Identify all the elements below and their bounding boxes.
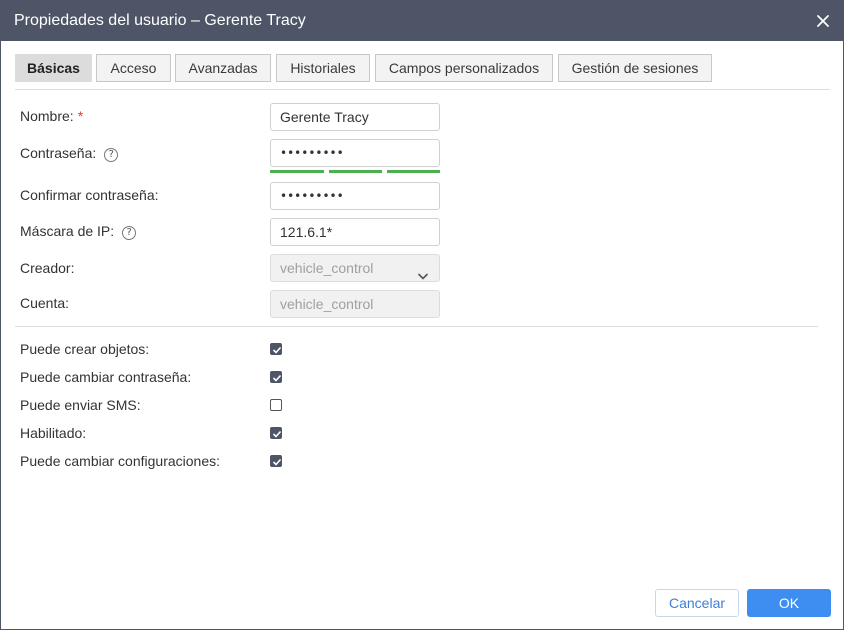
dialog-titlebar: Propiedades del usuario – Gerente Tracy	[1, 1, 843, 41]
help-circle-icon[interactable]: ?	[122, 226, 137, 240]
confirm-password-input[interactable]: •••••••••	[270, 182, 440, 210]
dialog-title: Propiedades del usuario – Gerente Tracy	[14, 12, 306, 29]
perm-change-settings-label: Puede cambiar configuraciones:	[20, 453, 221, 469]
perm-create-objects-label: Puede crear objetos:	[20, 341, 150, 357]
user-properties-dialog: Propiedades del usuario – Gerente Tracy …	[0, 0, 844, 630]
account-input: vehicle_control	[270, 290, 440, 318]
confirm-password-label: Confirmar contraseña:	[20, 187, 159, 203]
password-input[interactable]: •••••••••	[270, 139, 440, 167]
perm-create-objects-checkbox[interactable]	[270, 343, 282, 355]
tab-gestion-sesiones[interactable]: Gestión de sesiones	[558, 54, 712, 82]
perm-change-settings-checkbox[interactable]	[270, 455, 282, 467]
ok-button[interactable]: OK	[747, 589, 831, 617]
perm-enabled-checkbox[interactable]	[270, 427, 282, 439]
creator-label: Creador:	[20, 260, 75, 276]
perm-change-password-label: Puede cambiar contraseña:	[20, 369, 192, 385]
strength-segment	[387, 170, 440, 173]
perm-send-sms-checkbox[interactable]	[270, 399, 282, 411]
check-icon	[272, 374, 282, 382]
tab-acceso[interactable]: Acceso	[96, 54, 171, 82]
name-label: Nombre: *	[20, 108, 84, 124]
strength-segment	[329, 170, 382, 173]
check-icon	[272, 346, 282, 354]
check-icon	[272, 430, 282, 438]
strength-segment	[270, 170, 324, 173]
tab-campos-personalizados[interactable]: Campos personalizados	[375, 54, 553, 82]
perm-enabled-label: Habilitado:	[20, 425, 87, 441]
close-icon[interactable]	[813, 11, 833, 31]
account-label: Cuenta:	[20, 295, 70, 311]
tab-avanzadas[interactable]: Avanzadas	[175, 54, 271, 82]
tab-basicas[interactable]: Básicas	[15, 54, 92, 82]
tabs-divider	[15, 89, 830, 90]
creator-select: vehicle_control	[270, 254, 440, 282]
tab-historiales[interactable]: Historiales	[276, 54, 370, 82]
section-divider	[15, 326, 818, 327]
password-label: Contraseña:?	[20, 145, 119, 162]
cancel-button[interactable]: Cancelar	[655, 589, 739, 617]
creator-value: vehicle_control	[280, 260, 374, 276]
perm-change-password-checkbox[interactable]	[270, 371, 282, 383]
ip-mask-label: Máscara de IP:?	[20, 223, 137, 240]
ip-mask-input[interactable]: 121.6.1*	[270, 218, 440, 246]
name-input[interactable]: Gerente Tracy	[270, 103, 440, 131]
perm-send-sms-label: Puede enviar SMS:	[20, 397, 141, 413]
help-circle-icon[interactable]: ?	[104, 148, 119, 162]
chevron-down-icon	[417, 263, 429, 281]
check-icon	[272, 458, 282, 466]
required-mark: *	[77, 108, 84, 124]
